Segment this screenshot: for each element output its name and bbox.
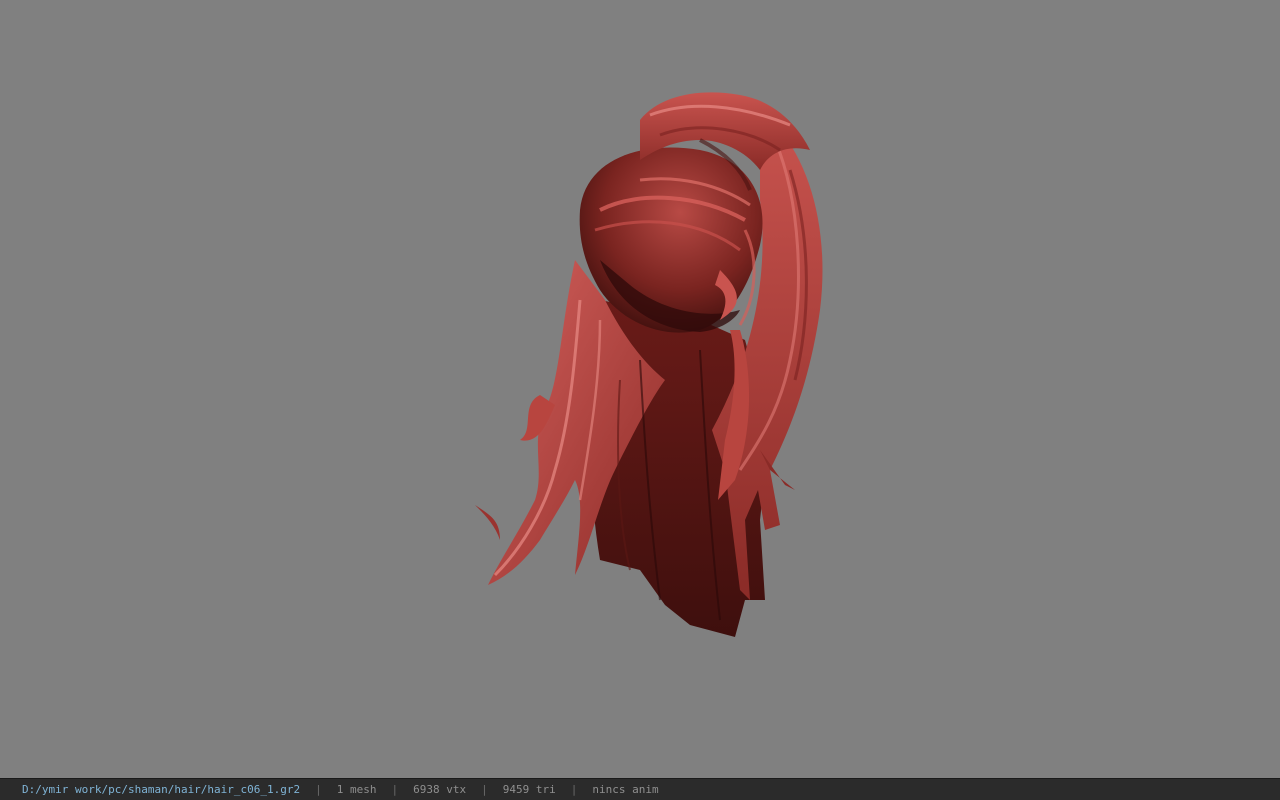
separator: |	[570, 783, 578, 796]
animation-status-label: nincs anim	[592, 783, 659, 796]
separator: |	[391, 783, 399, 796]
status-bar: D:/ymir work/pc/shaman/hair/hair_c06_1.g…	[0, 778, 1280, 800]
separator: |	[315, 783, 322, 796]
3d-viewport[interactable]	[0, 0, 1280, 778]
mesh-count-label: 1 mesh	[336, 783, 377, 796]
hair-model[interactable]	[0, 0, 1280, 778]
vertex-count-label: 6938 vtx	[413, 783, 467, 796]
separator: |	[481, 783, 488, 796]
triangle-count-label: 9459 tri	[502, 783, 556, 796]
file-path-label: D:/ymir work/pc/shaman/hair/hair_c06_1.g…	[22, 783, 301, 796]
